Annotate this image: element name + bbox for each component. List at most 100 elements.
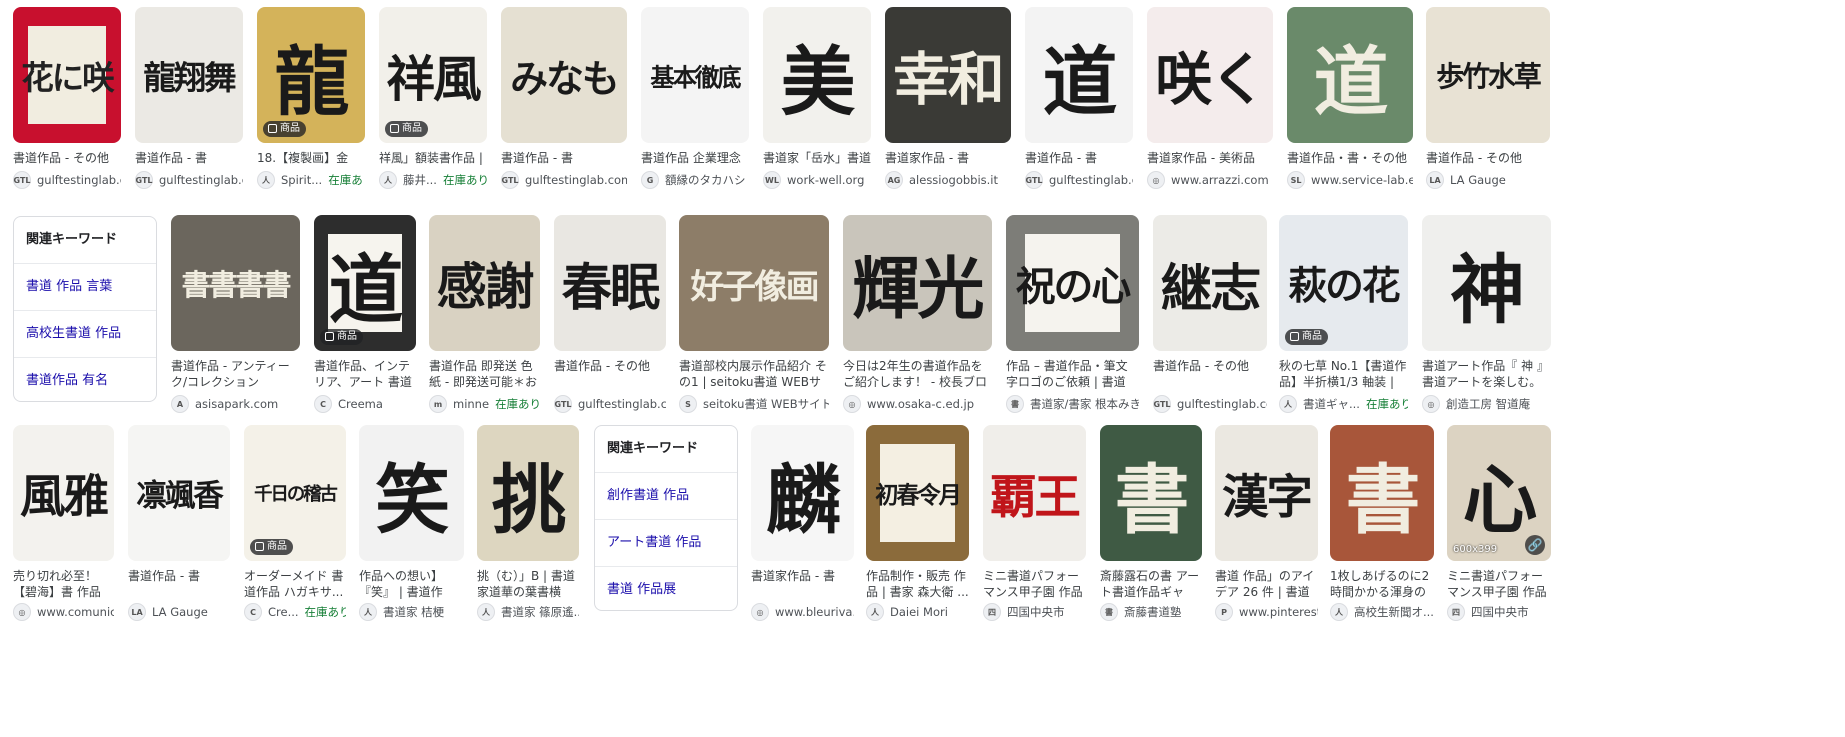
result-title[interactable]: 書道作品・書・その他	[1287, 150, 1413, 166]
result-card[interactable]: 萩の花商品秋の七草 No.1【書道作品】半折横1/3 軸装 | 書... 人書道ギ…	[1279, 215, 1408, 416]
result-title[interactable]: オーダーメイド 書道作品 ハガキサ...	[244, 568, 346, 600]
result-source[interactable]: LA LA Gauge	[128, 602, 230, 622]
result-source[interactable]: GTL gulftestinglab.com	[1153, 394, 1267, 414]
result-thumbnail[interactable]: 輝光	[843, 215, 992, 351]
result-title[interactable]: 書道作品 - その他	[13, 150, 121, 166]
result-source[interactable]: Pwww.pinterest.jp	[1215, 602, 1318, 622]
result-title[interactable]: 書道作品 - その他	[1426, 150, 1550, 166]
result-card[interactable]: 感謝書道作品 即発送 色紙 - 即発送可能＊お問... mminne 在庫あり	[429, 215, 540, 416]
result-card[interactable]: 祝の心作品 – 書道作品・筆文字ロゴのご依頼 | 書道家/書... 書書道家/書家…	[1006, 215, 1139, 416]
result-title[interactable]: 今日は2年生の書道作品をご紹介します！ - 校長ブログ	[843, 358, 992, 390]
result-thumbnail[interactable]: 歩竹水草	[1426, 7, 1550, 143]
result-source[interactable]: m minne 在庫あり	[429, 394, 540, 414]
result-title[interactable]: 書道作品 - 書	[135, 150, 243, 166]
result-thumbnail[interactable]: 祥風 商品	[379, 7, 487, 143]
result-card[interactable]: 歩竹水草書道作品 - その他 LA LA Gauge	[1426, 7, 1550, 192]
result-source[interactable]: 書斎藤書道塾	[1100, 602, 1202, 622]
result-source[interactable]: ◎ www.osaka-c.ed.jp	[843, 394, 992, 414]
result-card[interactable]: 凛颯香 書道作品 - 書 LA LA Gauge	[128, 425, 230, 624]
result-thumbnail[interactable]: みなも	[501, 7, 627, 143]
result-thumbnail[interactable]: 麟	[751, 425, 854, 561]
result-thumbnail[interactable]: 好子像画	[679, 215, 829, 351]
result-source[interactable]: GTL gulftestinglab.c...	[135, 170, 243, 190]
result-title[interactable]: 書道作品 - 書	[1025, 150, 1133, 166]
result-title[interactable]: 作品 – 書道作品・筆文字ロゴのご依頼 | 書道家/書...	[1006, 358, 1139, 390]
related-keyword-link[interactable]: 書道 作品展	[595, 567, 737, 613]
result-source[interactable]: 四四国中央市	[983, 602, 1086, 622]
result-card[interactable]: 初春令月 作品制作・販売 作品 | 書家 森大衛 ... 人 Daiei Mori	[866, 425, 969, 624]
result-title[interactable]: 書道作品 - 書	[501, 150, 627, 166]
result-source[interactable]: 人藤井... 在庫あり	[379, 170, 487, 190]
result-thumbnail[interactable]: 花に咲	[13, 7, 121, 143]
result-card[interactable]: 幸和 書道家作品 - 書 AG alessiogobbis.it	[885, 7, 1011, 192]
result-card[interactable]: 基本徹底書道作品 企業理念 書道作品を、オーソ... G 額縁のタカハシ	[641, 7, 749, 192]
result-source[interactable]: 人書道ギャ... 在庫あり	[1279, 394, 1408, 414]
result-title[interactable]: 書道 作品」のアイデア 26 件 | 書道 ...	[1215, 568, 1318, 600]
result-title[interactable]: 書道作品 - その他	[554, 358, 666, 390]
result-title[interactable]: 書道家作品 - 美術品	[1147, 150, 1273, 166]
result-card[interactable]: 春眠書道作品 - その他 GTL gulftestinglab.com	[554, 215, 666, 416]
result-thumbnail[interactable]: 感謝	[429, 215, 540, 351]
result-thumbnail[interactable]: 心 600x399 🔗	[1447, 425, 1551, 561]
result-card[interactable]: 咲く 書道家作品 - 美術品 ◎ www.arrazzi.com	[1147, 7, 1273, 192]
result-thumbnail[interactable]: 書書書書	[171, 215, 300, 351]
result-card[interactable]: 風雅売り切れ必至！【碧海】書 作品 ... ◎ www.comunic...	[13, 425, 114, 624]
result-card[interactable]: 美書道家「岳水」書道作品〜美〜（色紙... WL work-well.org	[763, 7, 871, 192]
result-title[interactable]: 書道アート作品『 神 』書道アートを楽しむ。 ...	[1422, 358, 1551, 390]
result-title[interactable]: 書道家作品 - 書	[751, 568, 854, 600]
result-thumbnail[interactable]: 基本徹底	[641, 7, 749, 143]
result-thumbnail[interactable]: 書	[1330, 425, 1434, 561]
result-thumbnail[interactable]: 千日の稽古 商品	[244, 425, 346, 561]
link-icon[interactable]: 🔗	[1525, 535, 1545, 555]
result-thumbnail[interactable]: 初春令月	[866, 425, 969, 561]
result-title[interactable]: 書道作品、インテリア、アート 書道 ...	[314, 358, 416, 390]
result-card[interactable]: 挑挑（む）」B | 書道家道華の葉書横作...人書道家 篠原遙...	[477, 425, 579, 624]
result-source[interactable]: GTL gulftestinglab.com	[554, 394, 666, 414]
result-thumbnail[interactable]: 挑	[477, 425, 579, 561]
result-source[interactable]: ◎ 創造工房 智道庵	[1422, 394, 1551, 414]
result-title[interactable]: 書道作品 即発送 色紙 - 即発送可能＊お問...	[429, 358, 540, 390]
result-source[interactable]: 人書道家 篠原遙...	[477, 602, 579, 622]
result-source[interactable]: C Cre... 在庫あり	[244, 602, 346, 622]
result-card[interactable]: 龍商品 18.【複製画】金龍〜無限の力〜【書道... 人 Spirit... 在庫あり	[257, 7, 365, 192]
result-title[interactable]: 1枚しあげるのに2時間かかる渾身の書...	[1330, 568, 1434, 600]
result-card[interactable]: 神書道アート作品『 神 』書道アートを楽しむ。 ... ◎ 創造工房 智道庵	[1422, 215, 1551, 416]
result-thumbnail[interactable]: 道商品	[314, 215, 416, 351]
result-title[interactable]: 書道家「岳水」書道作品〜美〜（色紙...	[763, 150, 871, 166]
result-thumbnail[interactable]: 笑	[359, 425, 464, 561]
result-source[interactable]: ◎ www.comunic...	[13, 602, 114, 622]
result-thumbnail[interactable]: 継志	[1153, 215, 1267, 351]
result-card[interactable]: 祥風商品祥風」額装書作品 | 藤井碧峰 | 正統派書... 人藤井... 在庫あり	[379, 7, 487, 192]
result-card[interactable]: 麟書道家作品 - 書 ◎ www.bleuriva...	[751, 425, 854, 624]
result-thumbnail[interactable]: 神	[1422, 215, 1551, 351]
result-card[interactable]: 道書道作品・書・その他 SL www.service-lab.eu	[1287, 7, 1413, 192]
result-title[interactable]: 作品制作・販売 作品 | 書家 森大衛 ...	[866, 568, 969, 600]
result-source[interactable]: LA LA Gauge	[1426, 170, 1550, 190]
related-keyword-link[interactable]: 書道 作品 言葉	[14, 264, 156, 311]
result-title[interactable]: 書道部校内展示作品紹介 その1 | seitoku書道 WEBサイト	[679, 358, 829, 390]
result-title[interactable]: 作品への想い】『笑』 | 書道作品...	[359, 568, 464, 600]
result-card[interactable]: 花に咲書道作品 - その他 GTL gulftestinglab.c...	[13, 7, 121, 192]
result-title[interactable]: 書道作品 企業理念 書道作品を、オーソ...	[641, 150, 749, 166]
result-title[interactable]: 書道作品 - その他	[1153, 358, 1267, 390]
result-title[interactable]: 挑（む）」B | 書道家道華の葉書横作...	[477, 568, 579, 600]
result-card[interactable]: 龍翔舞書道作品 - 書 GTL gulftestinglab.c...	[135, 7, 243, 192]
result-card[interactable]: 千日の稽古 商品オーダーメイド 書道作品 ハガキサ... C Cre... 在庫あり	[244, 425, 346, 624]
related-keyword-link[interactable]: 創作書道 作品	[595, 473, 737, 520]
result-source[interactable]: Sseitoku書道 WEBサイト...	[679, 394, 829, 414]
result-card[interactable]: 漢字書道 作品」のアイデア 26 件 | 書道 ...Pwww.pinteres…	[1215, 425, 1318, 624]
related-keyword-link[interactable]: 高校生書道 作品	[14, 311, 156, 358]
result-source[interactable]: G 額縁のタカハシ	[641, 170, 749, 190]
result-title[interactable]: 書道家作品 - 書	[885, 150, 1011, 166]
result-source[interactable]: 書書道家/書家 根本みき	[1006, 394, 1139, 414]
result-source[interactable]: 人高校生新聞オ...	[1330, 602, 1434, 622]
result-title[interactable]: 売り切れ必至！【碧海】書 作品 ...	[13, 568, 114, 600]
result-source[interactable]: ◎ www.bleuriva...	[751, 602, 854, 622]
result-source[interactable]: 四四国中央市	[1447, 602, 1551, 622]
result-source[interactable]: GTL gulftestinglab.com	[501, 170, 627, 190]
result-thumbnail[interactable]: 道	[1287, 7, 1413, 143]
result-thumbnail[interactable]: 萩の花 商品	[1279, 215, 1408, 351]
result-thumbnail[interactable]: 祝の心	[1006, 215, 1139, 351]
result-thumbnail[interactable]: 凛颯香	[128, 425, 230, 561]
result-source[interactable]: C Creema	[314, 394, 416, 414]
